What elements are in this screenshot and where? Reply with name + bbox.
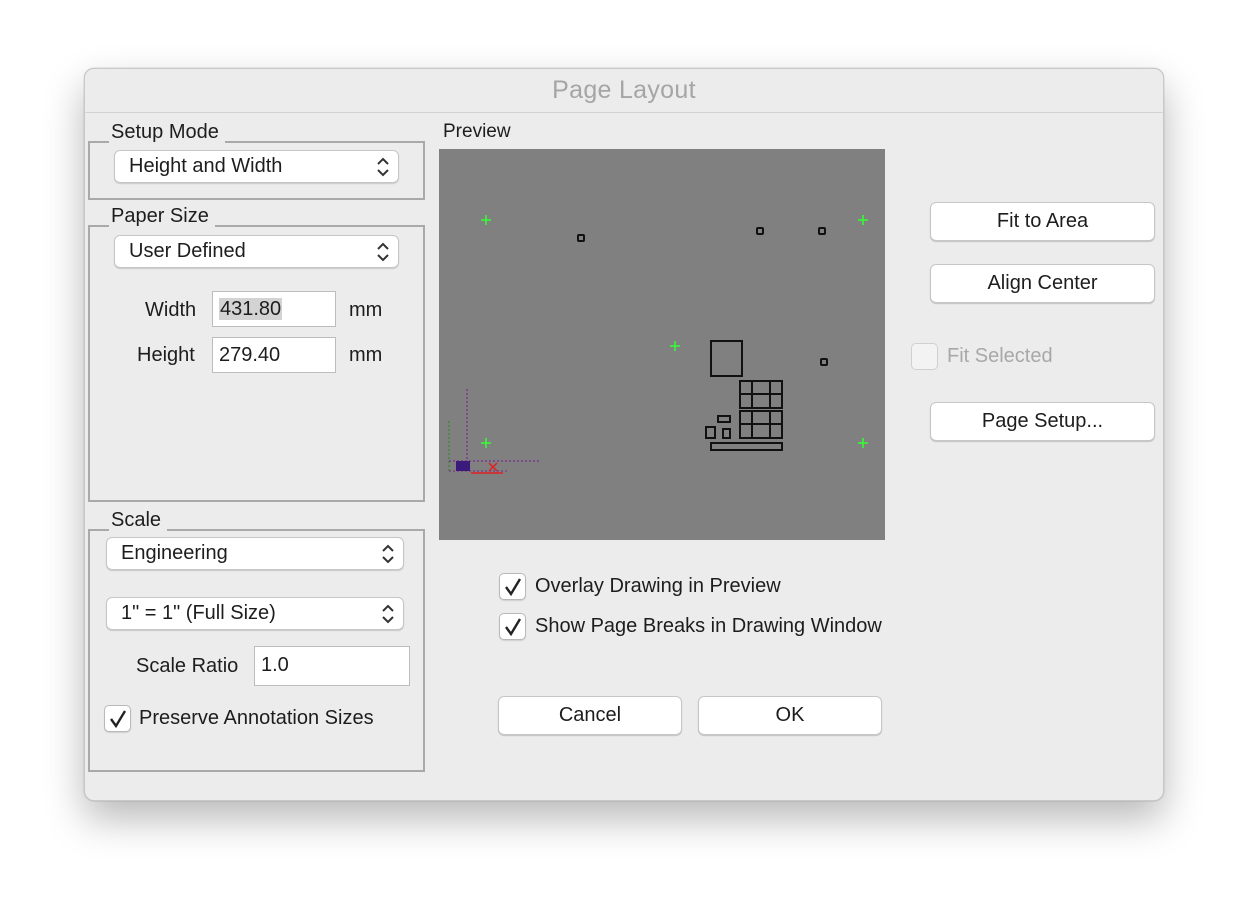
scale-type-value: Engineering	[121, 542, 228, 564]
plus-marker-icon	[858, 438, 868, 448]
plus-marker-icon	[670, 341, 680, 351]
title-bar: Page Layout	[85, 69, 1163, 113]
cancel-button[interactable]: Cancel	[498, 696, 682, 735]
align-center-button[interactable]: Align Center	[930, 264, 1155, 303]
drawing-objects	[577, 227, 828, 451]
fit-to-area-button[interactable]: Fit to Area	[930, 202, 1155, 241]
plus-marker-icon	[481, 215, 491, 225]
width-label: Width	[145, 299, 197, 321]
width-value: 431.80	[219, 298, 283, 320]
height-label: Height	[137, 344, 195, 366]
up-down-chevron-icon	[382, 604, 394, 624]
width-unit: mm	[349, 299, 383, 321]
scale-label: Scale	[109, 509, 168, 531]
up-down-chevron-icon	[377, 157, 389, 177]
height-value: 279.40	[219, 344, 281, 366]
preview-label: Preview	[443, 121, 511, 142]
scale-ratio-label: Scale Ratio	[136, 655, 239, 677]
ok-button[interactable]: OK	[698, 696, 882, 735]
preserve-annotation-label: Preserve Annotation Sizes	[139, 707, 374, 729]
checkmark-icon	[505, 618, 522, 637]
show-page-breaks-checkbox[interactable]	[499, 613, 526, 640]
overlay-drawing-label: Overlay Drawing in Preview	[535, 575, 781, 597]
page-setup-button[interactable]: Page Setup...	[930, 402, 1155, 441]
plus-marker-icon	[481, 438, 491, 448]
scale-ratio-value: 1.0	[261, 654, 289, 676]
paper-size-label: Paper Size	[109, 205, 215, 227]
checkmark-icon	[505, 578, 522, 597]
fit-selected-label: Fit Selected	[947, 345, 1053, 367]
page-marker-icons	[481, 215, 868, 448]
up-down-chevron-icon	[382, 544, 394, 564]
paper-size-popup[interactable]: User Defined	[114, 235, 399, 268]
setup-mode-label: Setup Mode	[109, 121, 225, 143]
scale-type-popup[interactable]: Engineering	[106, 537, 404, 570]
width-field[interactable]: 431.80	[212, 291, 336, 327]
preview-drawing	[448, 215, 868, 474]
setup-mode-popup[interactable]: Height and Width	[114, 150, 399, 183]
paper-size-value: User Defined	[129, 240, 246, 262]
scale-ratio-popup[interactable]: 1" = 1" (Full Size)	[106, 597, 404, 630]
page-layout-dialog: Page Layout Setup Mode Height and Width …	[84, 68, 1164, 801]
preview-canvas	[439, 149, 885, 540]
preserve-annotation-checkbox[interactable]	[104, 705, 131, 732]
scale-ratio-popup-value: 1" = 1" (Full Size)	[121, 602, 276, 624]
setup-mode-value: Height and Width	[129, 155, 283, 177]
fit-selected-checkbox[interactable]	[911, 343, 938, 370]
checkmark-icon	[110, 710, 127, 729]
show-page-breaks-label: Show Page Breaks in Drawing Window	[535, 615, 882, 637]
up-down-chevron-icon	[377, 242, 389, 262]
dialog-title: Page Layout	[552, 76, 696, 104]
origin-axis-icon	[448, 389, 539, 474]
plus-marker-icon	[858, 215, 868, 225]
height-unit: mm	[349, 344, 383, 366]
scale-ratio-field[interactable]: 1.0	[254, 646, 410, 686]
height-field[interactable]: 279.40	[212, 337, 336, 373]
overlay-drawing-checkbox[interactable]	[499, 573, 526, 600]
